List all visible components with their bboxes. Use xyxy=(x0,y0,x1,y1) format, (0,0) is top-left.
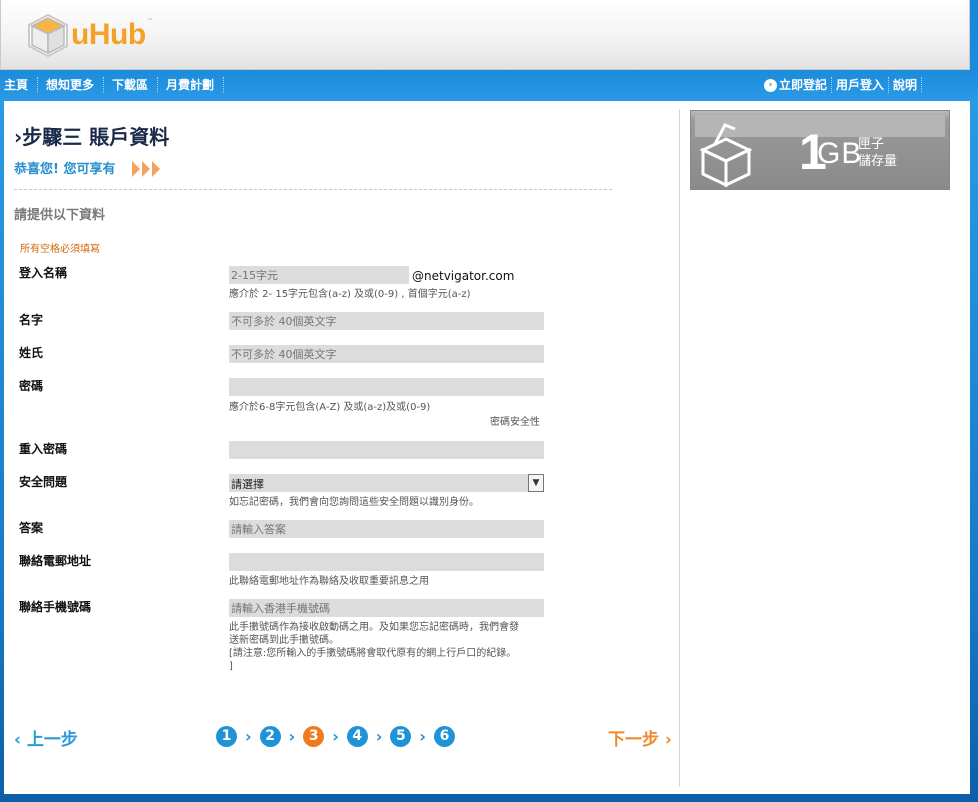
register-arrow-icon: › xyxy=(763,78,777,92)
nav-right: › 立即登記 用戶登入 說明 xyxy=(763,77,926,93)
password-label: 密碼 xyxy=(19,379,44,393)
congrats-text: 恭喜您! 您可享有 xyxy=(14,162,116,177)
login-hint: 應介於 2- 15字元包含(a-z) 及或(0-9) , 首個字元(a-z) xyxy=(229,289,471,300)
step-5: 5 xyxy=(390,726,412,747)
password-hint: 應介於6-8字元包含(A-Z) 及或(a-z)及或(0-9) xyxy=(229,402,431,413)
column-divider xyxy=(679,109,680,787)
step-6: 6 xyxy=(433,726,455,747)
first-name-label: 名字 xyxy=(19,313,44,327)
last-name-label: 姓氏 xyxy=(19,346,44,360)
step-chevron-icon: › xyxy=(288,727,296,746)
page-title: ›步驟三 賬戶資料 xyxy=(14,125,170,149)
logo-text: uHub xyxy=(71,18,146,51)
login-input[interactable] xyxy=(229,266,409,284)
nav-help[interactable]: 說明 xyxy=(893,77,922,93)
password-input[interactable] xyxy=(229,378,544,396)
nav-register[interactable]: 立即登記 xyxy=(779,77,832,93)
answer-input[interactable] xyxy=(229,520,544,538)
cube-logo-icon xyxy=(28,13,68,58)
step-1: 1 xyxy=(216,726,237,747)
promo-line-2: 儲存量 xyxy=(858,154,898,169)
password-strength-label: 密碼安全性 xyxy=(490,417,540,428)
security-question-hint: 如忘記密碼，我們會向您詢問這些安全問題以識別身份。 xyxy=(229,497,479,508)
next-step-button[interactable]: 下一步 › xyxy=(608,725,672,750)
prev-step-button[interactable]: ‹ 上一步 xyxy=(14,725,78,750)
nav-left: 主頁 想知更多 下載區 月費計劃 xyxy=(0,77,232,93)
content-panel: ›步驟三 賬戶資料 恭喜您! 您可享有 請提供以下資料 所有空格必須填寫 登入名… xyxy=(4,101,970,794)
nav-downloads[interactable]: 下載區 xyxy=(112,77,159,93)
section-heading: 請提供以下資料 xyxy=(14,208,106,223)
last-name-input[interactable] xyxy=(229,345,544,363)
storage-promo-banner[interactable]: 1 GB 匣子 儲存量 xyxy=(690,110,950,190)
nav-plans[interactable]: 月費計劃 xyxy=(166,77,225,93)
email-input[interactable] xyxy=(229,553,544,571)
nav-home[interactable]: 主頁 xyxy=(0,77,39,93)
logo-trademark: ™ xyxy=(147,18,153,25)
section-divider xyxy=(14,189,612,190)
mobile-hint-1: 此手擻號碼作為接收啟動碼之用。及如果您忘記密碼時，我們會發 xyxy=(229,622,519,633)
answer-label: 答案 xyxy=(19,521,44,535)
security-question-select[interactable]: 請選擇 ▼ xyxy=(229,474,544,492)
email-hint: 此聯絡電郵地址作為聯絡及收取重要訊息之用 xyxy=(229,576,429,587)
step-4: 4 xyxy=(346,726,368,747)
step-chevron-icon: › xyxy=(332,727,339,746)
mobile-input[interactable] xyxy=(229,599,544,617)
uhub-logo[interactable]: uHub ™ xyxy=(25,12,165,60)
login-label: 登入名稱 xyxy=(19,266,68,280)
triple-arrow-icon xyxy=(132,161,160,177)
email-label: 聯絡電郵地址 xyxy=(19,554,92,568)
password-confirm-input[interactable] xyxy=(229,441,544,459)
nav-login[interactable]: 用戶登入 xyxy=(836,77,889,93)
site-header: uHub ™ xyxy=(0,0,970,70)
step-chevron-icon: › xyxy=(419,727,426,746)
step-chevron-icon: › xyxy=(375,727,383,746)
step-3-current: 3 xyxy=(303,726,325,747)
security-question-value: 請選擇 xyxy=(231,478,264,491)
step-chevron-icon: › xyxy=(245,727,252,746)
promo-unit: GB xyxy=(817,137,863,170)
main-nav: 主頁 想知更多 下載區 月費計劃 › 立即登記 用戶登入 說明 xyxy=(0,71,978,101)
step-2: 2 xyxy=(259,726,281,747)
mobile-hint-2: 送新密碼到此手擻號碼。 xyxy=(229,635,339,646)
chevron-down-icon[interactable]: ▼ xyxy=(528,474,544,492)
mobile-hint-3: [請注意:您所輸入的手擻號碼將會取代原有的網上行戶口的紀錄。 xyxy=(229,648,517,659)
first-name-input[interactable] xyxy=(229,312,544,330)
security-question-label: 安全問題 xyxy=(19,475,68,489)
step-indicator: 1 › 2 › 3 › 4 › 5 › 6 xyxy=(216,726,455,747)
mobile-label: 聯絡手機號碼 xyxy=(19,600,92,614)
login-domain: @netvigator.com xyxy=(412,269,515,283)
nav-learn-more[interactable]: 想知更多 xyxy=(46,77,105,93)
box-icon xyxy=(699,123,753,187)
required-note: 所有空格必須填寫 xyxy=(20,244,100,255)
password-confirm-label: 重入密碼 xyxy=(19,442,68,456)
mobile-hint-4: ] xyxy=(229,661,233,672)
